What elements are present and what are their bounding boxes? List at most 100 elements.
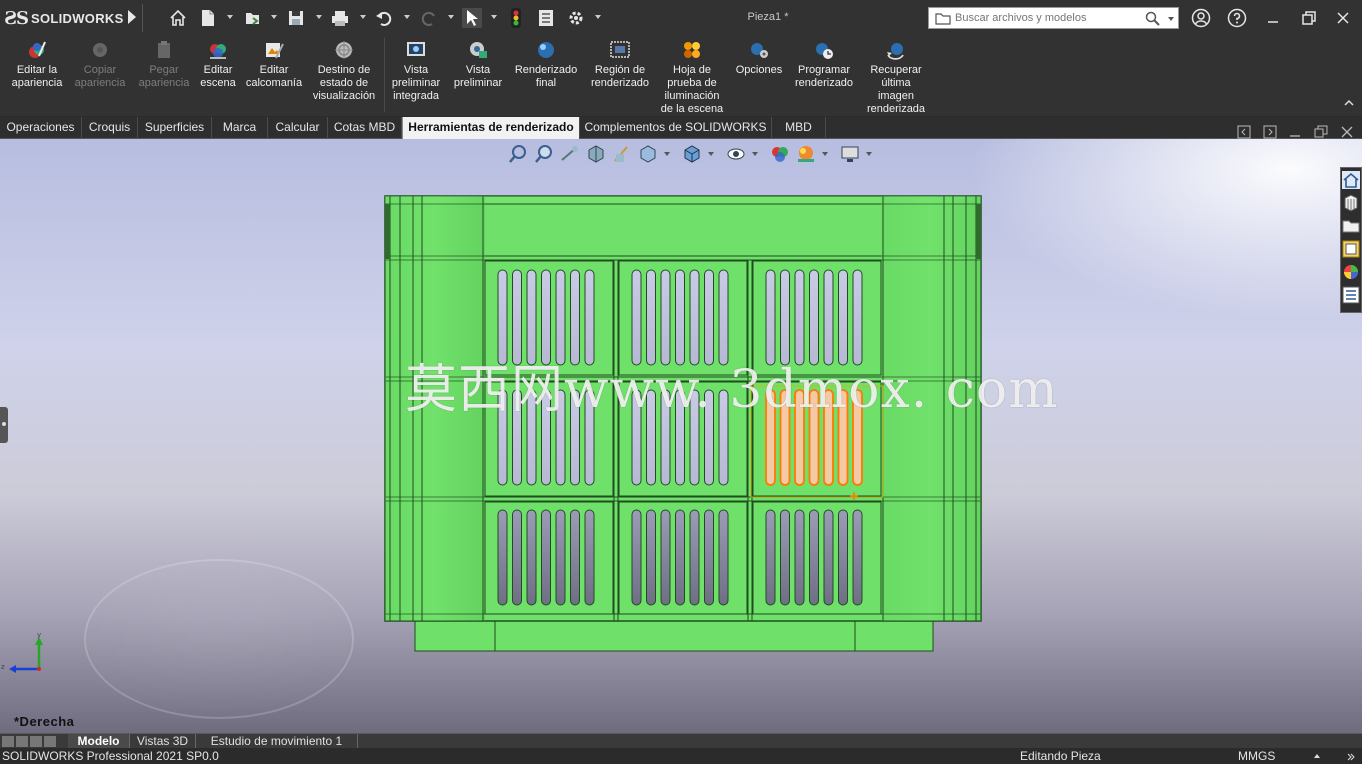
print-dropdown-icon[interactable] [360,15,366,19]
options-dropdown-icon[interactable] [595,15,601,19]
user-account-icon[interactable] [1189,6,1213,30]
apply-scene-icon[interactable] [796,144,816,164]
hide-show-dropdown-icon[interactable] [752,152,758,156]
vent-slot [675,509,685,606]
tab-croquis[interactable]: Croquis [82,117,138,139]
file-explorer-icon[interactable] [1341,215,1361,237]
print-icon[interactable] [330,8,350,28]
schedule-render-button[interactable]: Programar renderizado [790,40,858,90]
edit-appearance-icon[interactable] [770,144,790,164]
solidworks-resources-icon[interactable] [1341,169,1361,191]
viewport-minimize-icon[interactable] [1288,125,1302,139]
tab-estudio-de-movimiento[interactable]: Estudio de movimiento 1 [196,734,358,749]
help-icon[interactable] [1225,6,1249,30]
search-input[interactable] [955,12,1145,24]
save-icon[interactable] [286,8,306,28]
render-options-button[interactable]: Opciones [730,40,788,77]
tab-superficies[interactable]: Superficies [138,117,212,139]
render-options-icon [751,43,768,58]
tab-vistas-3d[interactable]: Vistas 3D [130,734,196,749]
integrated-preview-button[interactable]: Vista preliminar integrada [386,40,446,103]
floor-reflection [84,559,354,719]
view-orientation-icon[interactable] [638,144,658,164]
tab-calcular[interactable]: Calcular [268,117,328,139]
new-dropdown-icon[interactable] [227,15,233,19]
copy-appearance-button[interactable]: Copiar apariencia [70,40,130,90]
new-document-icon[interactable] [198,8,218,28]
undo-icon[interactable] [374,8,394,28]
display-style-dropdown-icon[interactable] [708,152,714,156]
search-dropdown-icon[interactable] [1168,17,1174,21]
dynamic-annotation-icon[interactable] [612,144,632,164]
crate-model[interactable] [380,194,986,654]
appearances-scenes-icon[interactable] [1341,261,1361,283]
scene-illumination-proof-button[interactable]: Hoja de prueba de iluminación de la esce… [656,40,728,116]
tile-left-icon[interactable] [1237,125,1251,139]
edit-scene-button[interactable]: Editar escena [196,40,240,90]
paste-appearance-button[interactable]: Pegar apariencia [134,40,194,90]
prev-tab-arrow-icon[interactable] [16,736,28,747]
customize-status-bar-icon[interactable] [1346,752,1356,762]
zoom-to-fit-icon[interactable] [508,144,528,164]
redo-icon[interactable] [419,8,439,28]
restore-icon[interactable] [1297,6,1321,30]
preview-window-button[interactable]: Vista preliminar [448,40,508,90]
view-settings-dropdown-icon[interactable] [866,152,872,156]
viewport-restore-icon[interactable] [1314,125,1328,139]
redo-dropdown-icon[interactable] [448,15,454,19]
search-box[interactable] [928,7,1179,29]
units-dropdown-icon[interactable] [1313,753,1321,759]
display-state-target-button[interactable]: Destino de estado de visualización [308,40,380,103]
recall-last-render-button[interactable]: Recuperar última imagen renderizada [862,40,930,116]
view-orientation-dropdown-icon[interactable] [664,152,670,156]
button-label: Hoja de prueba de iluminación de la esce… [660,64,724,115]
open-icon[interactable] [243,8,263,28]
minimize-icon[interactable] [1261,6,1285,30]
collapse-ribbon-icon[interactable] [1344,98,1354,108]
open-dropdown-icon[interactable] [271,15,277,19]
render-region-button[interactable]: Región de renderizado [585,40,655,90]
tab-complementos-solidworks[interactable]: Complementos de SOLIDWORKS [580,117,772,139]
edit-appearance-button[interactable]: Editar la apariencia [4,40,70,90]
unit-system[interactable]: MMGS [1238,748,1275,764]
hide-show-items-icon[interactable] [726,144,746,164]
final-render-button[interactable]: Renderizado final [511,40,581,90]
custom-properties-icon[interactable] [1341,284,1361,306]
select-dropdown-icon[interactable] [491,15,497,19]
feature-manager-toggle-handle[interactable] [0,407,8,443]
viewport-close-icon[interactable] [1340,125,1354,139]
apply-scene-dropdown-icon[interactable] [822,152,828,156]
file-properties-icon[interactable] [536,8,556,28]
undo-dropdown-icon[interactable] [404,15,410,19]
view-palette-icon[interactable] [1341,238,1361,260]
zoom-to-area-icon[interactable] [534,144,554,164]
tab-modelo[interactable]: Modelo [68,734,130,749]
design-library-icon[interactable] [1341,192,1361,214]
rebuild-icon[interactable] [506,8,526,28]
tab-mbd[interactable]: MBD [772,117,826,139]
home-icon[interactable] [168,8,188,28]
close-icon[interactable] [1331,6,1355,30]
graphics-area[interactable]: 莫西网www. 3dmox. com y z *Derecha [0,139,1362,733]
display-style-icon[interactable] [682,144,702,164]
tab-operaciones[interactable]: Operaciones [0,117,82,139]
tile-right-icon[interactable] [1263,125,1277,139]
tab-herramientas-de-renderizado[interactable]: Herramientas de renderizado [402,117,580,139]
select-icon[interactable] [462,8,482,28]
menu-expand-arrow-icon[interactable] [128,10,136,24]
options-gear-icon[interactable] [566,8,586,28]
view-settings-icon[interactable] [840,144,860,164]
vent-slot [631,509,642,606]
tab-cotas-mbd[interactable]: Cotas MBD [328,117,402,139]
first-tab-arrow-icon[interactable] [2,736,14,747]
section-view-icon[interactable] [586,144,606,164]
solidworks-logo[interactable]: ƧS SOLIDWORKS [4,6,124,30]
last-tab-arrow-icon[interactable] [44,736,56,747]
tab-marca[interactable]: Marca [212,117,268,139]
search-icon[interactable] [1145,11,1160,29]
previous-view-icon[interactable] [560,144,580,164]
next-tab-arrow-icon[interactable] [30,736,42,747]
save-dropdown-icon[interactable] [316,15,322,19]
edit-decal-button[interactable]: Editar calcomanía [242,40,306,90]
vent-slot [823,509,834,606]
